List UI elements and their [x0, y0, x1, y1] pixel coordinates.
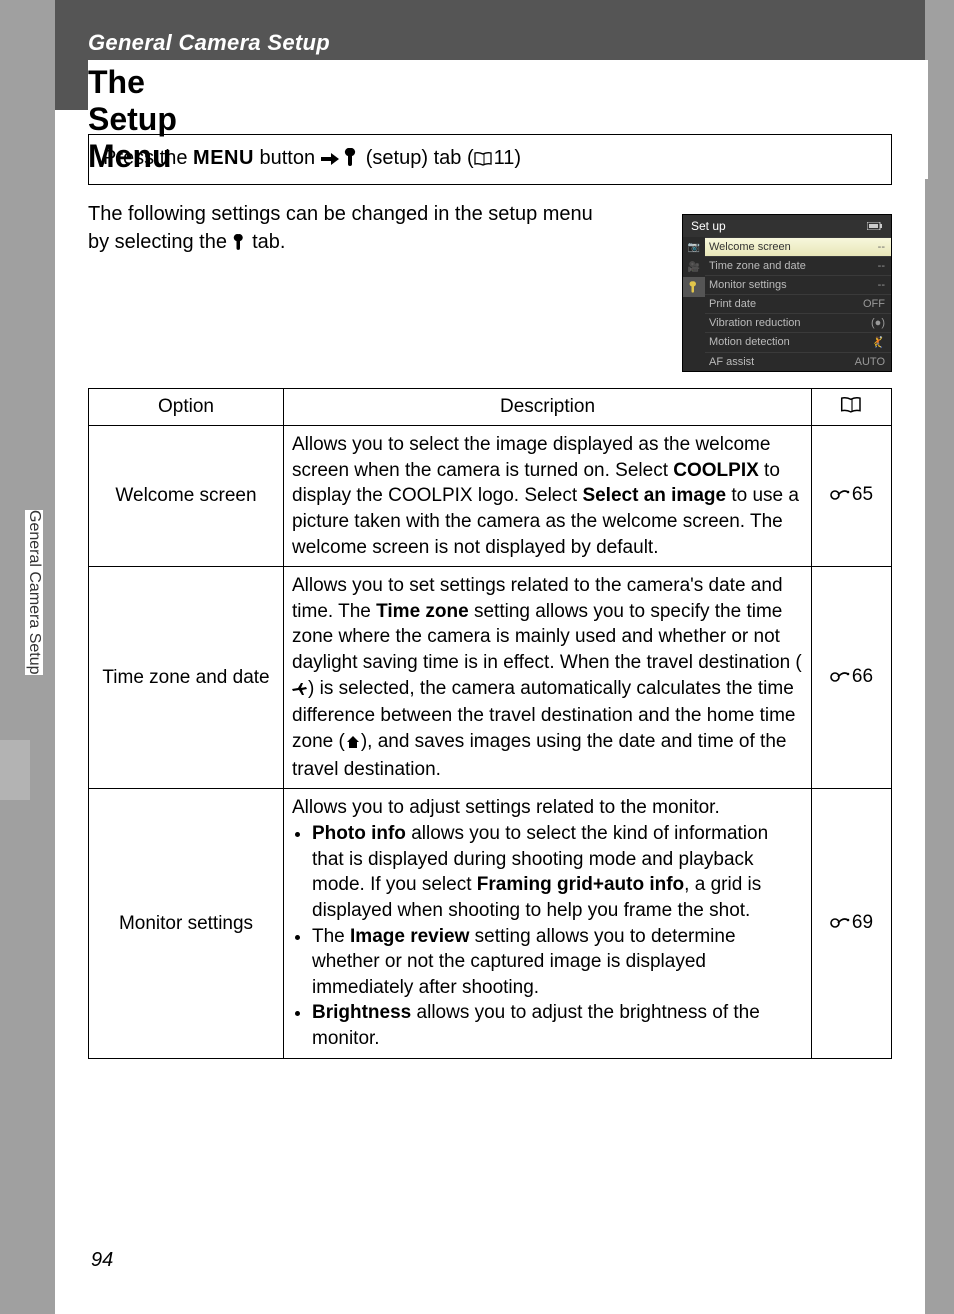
desc-bullet-list: Photo info allows you to select the kind…	[292, 821, 803, 1052]
desc-bullet: Photo info allows you to select the kind…	[312, 821, 803, 924]
desc-bullet: Brightness allows you to adjust the brig…	[312, 1000, 803, 1051]
setup-tab-strip: 📷 🎥	[683, 237, 705, 371]
arrow-right-icon	[321, 149, 339, 172]
reference-icon	[830, 668, 852, 690]
page-number: 94	[91, 1249, 113, 1272]
desc-text: Allows you to adjust settings related to…	[292, 797, 720, 818]
list-item-label: Welcome screen	[709, 241, 791, 253]
intro-text: The following settings can be changed in…	[88, 200, 608, 258]
option-reference: 66	[812, 567, 892, 789]
option-description: Allows you to select the image displayed…	[284, 426, 812, 567]
list-item-label: Motion detection	[709, 336, 790, 349]
desc-text: The	[312, 926, 350, 947]
ref-number: 66	[852, 666, 873, 687]
book-icon	[840, 397, 864, 419]
setup-menu-title: Set up	[691, 219, 726, 233]
wrench-icon	[344, 148, 360, 172]
list-item-value: AUTO	[855, 356, 885, 368]
col-option-header: Option	[89, 389, 284, 426]
table-row: Monitor settings Allows you to adjust se…	[89, 789, 892, 1058]
list-item-label: Print date	[709, 298, 756, 310]
option-name: Monitor settings	[89, 789, 284, 1058]
side-tab-indicator	[0, 740, 30, 800]
list-item-value: --	[878, 260, 885, 272]
desc-bold: Photo info	[312, 823, 406, 844]
list-item-label: AF assist	[709, 356, 754, 368]
options-table: Option Description Welcome screen Allows…	[88, 388, 892, 1059]
ref-number: 69	[852, 912, 873, 933]
setup-menu-list: Welcome screen -- Time zone and date -- Mo…	[705, 237, 891, 371]
video-tab-icon: 🎥	[683, 257, 705, 277]
option-name: Welcome screen	[89, 426, 284, 567]
reference-icon	[830, 486, 852, 508]
desc-bold: Image review	[350, 926, 469, 947]
desc-text: ), and saves images using the date and t…	[292, 731, 786, 780]
book-icon	[474, 149, 494, 172]
list-item-value: --	[878, 279, 885, 291]
nav-text: Press the	[103, 147, 193, 169]
option-reference: 65	[812, 426, 892, 567]
side-tab-label: General Camera Setup	[25, 510, 43, 675]
list-item-value: (●)	[871, 317, 885, 329]
setup-menu-screenshot: Set up 📷 🎥 Welcome screen -- Time zone an…	[682, 214, 892, 372]
home-icon	[345, 731, 361, 757]
intro-part1: The following settings can be changed in…	[88, 203, 593, 253]
list-item: Welcome screen --	[705, 237, 891, 256]
list-item-value: --	[878, 241, 885, 253]
desc-bold: Time zone	[376, 601, 469, 622]
list-item-label: Monitor settings	[709, 279, 787, 291]
reference-icon	[830, 914, 852, 936]
desc-bold: COOLPIX	[673, 460, 759, 481]
list-item: Print date OFF	[705, 294, 891, 313]
desc-bold: Select an image	[582, 485, 726, 506]
wrench-tab-icon	[683, 277, 705, 297]
list-item-label: Vibration reduction	[709, 317, 801, 329]
battery-icon	[867, 219, 883, 233]
list-item: Monitor settings --	[705, 275, 891, 294]
desc-bullet: The Image review setting allows you to d…	[312, 924, 803, 1001]
option-description: Allows you to adjust settings related to…	[284, 789, 812, 1058]
list-item-value: 🤾	[871, 336, 885, 349]
list-item: Time zone and date --	[705, 256, 891, 275]
nav-text: button	[254, 147, 321, 169]
list-item: AF assist AUTO	[705, 352, 891, 371]
list-item: Motion detection 🤾	[705, 332, 891, 352]
navigation-path-box: Press the MENU button (setup) tab ( 11)	[88, 134, 892, 185]
intro-part2: tab.	[247, 231, 286, 253]
list-item-value: OFF	[863, 298, 885, 310]
table-row: Welcome screen Allows you to select the …	[89, 426, 892, 567]
option-reference: 69	[812, 789, 892, 1058]
plane-icon	[292, 678, 308, 704]
col-description-header: Description	[284, 389, 812, 426]
col-reference-header	[812, 389, 892, 426]
table-row: Time zone and date Allows you to set set…	[89, 567, 892, 789]
nav-text: (setup) tab (	[360, 147, 473, 169]
section-label: General Camera Setup	[88, 30, 330, 56]
ref-number: 65	[852, 484, 873, 505]
desc-bold: Framing grid+auto info	[477, 874, 684, 895]
list-item-label: Time zone and date	[709, 260, 806, 272]
wrench-icon	[233, 230, 247, 258]
camera-tab-icon: 📷	[683, 237, 705, 257]
option-description: Allows you to set settings related to th…	[284, 567, 812, 789]
desc-bold: Brightness	[312, 1002, 411, 1023]
list-item: Vibration reduction (●)	[705, 313, 891, 332]
menu-button-label: MENU	[193, 147, 254, 169]
nav-text: 11)	[494, 147, 521, 169]
option-name: Time zone and date	[89, 567, 284, 789]
